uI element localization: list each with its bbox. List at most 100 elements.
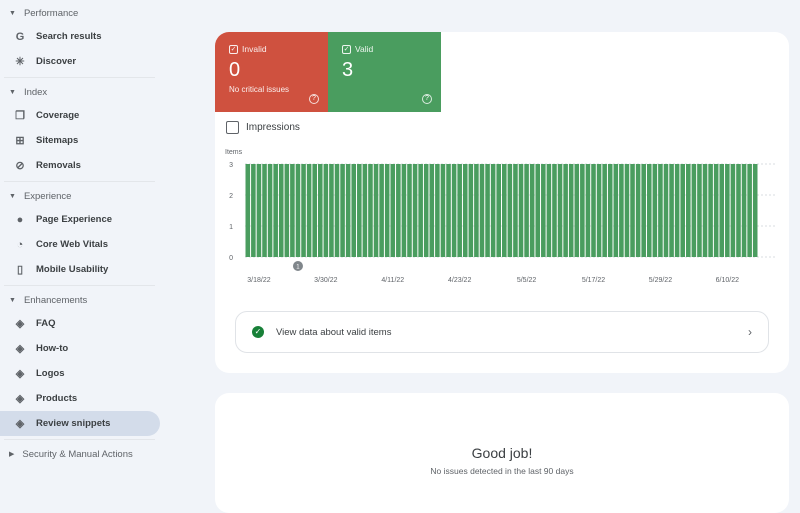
bar[interactable] — [485, 164, 490, 257]
invalid-tile[interactable]: ✓ Invalid 0 No critical issues ? — [215, 32, 328, 112]
bar[interactable] — [713, 164, 719, 257]
valid-tile[interactable]: ✓ Valid 3 ? — [328, 32, 441, 112]
sidebar-item[interactable]: ◈ Logos — [0, 361, 160, 386]
bar[interactable] — [619, 164, 624, 257]
view-valid-items-button[interactable]: ✓ View data about valid items › — [235, 311, 769, 353]
bar[interactable] — [262, 164, 267, 257]
bar[interactable] — [357, 164, 362, 257]
bar[interactable] — [418, 164, 423, 257]
bar[interactable] — [574, 164, 580, 257]
sidebar-item[interactable]: ◈ FAQ — [0, 311, 160, 336]
bar[interactable] — [680, 164, 686, 257]
bar[interactable] — [290, 164, 295, 257]
bar[interactable] — [535, 164, 541, 257]
bar[interactable] — [529, 164, 535, 257]
section-header[interactable]: ▼ Experience — [0, 185, 200, 207]
bar[interactable] — [267, 164, 273, 257]
sidebar-item[interactable]: ◈ Review snippets — [0, 411, 160, 436]
sidebar-item[interactable]: ● Page Experience — [0, 207, 160, 232]
bar[interactable] — [585, 164, 591, 257]
bar[interactable] — [306, 164, 312, 257]
bar[interactable] — [624, 164, 630, 257]
bar[interactable] — [552, 164, 557, 257]
bar[interactable] — [568, 164, 574, 257]
bar[interactable] — [490, 164, 496, 257]
bar[interactable] — [340, 164, 345, 257]
bar[interactable] — [513, 164, 518, 257]
bar[interactable] — [507, 164, 513, 257]
bar[interactable] — [390, 164, 396, 257]
bar[interactable] — [429, 164, 435, 257]
bar[interactable] — [351, 164, 357, 257]
bar[interactable] — [256, 164, 262, 257]
bar[interactable] — [725, 164, 730, 257]
bar[interactable] — [658, 164, 663, 257]
bar[interactable] — [284, 164, 290, 257]
bar[interactable] — [273, 164, 278, 257]
bar[interactable] — [479, 164, 485, 257]
bar[interactable] — [747, 164, 752, 257]
bar[interactable] — [580, 164, 585, 257]
bar[interactable] — [702, 164, 708, 257]
bar[interactable] — [373, 164, 379, 257]
sidebar-item[interactable]: ▯ Mobile Usability — [0, 257, 160, 282]
help-icon[interactable]: ? — [309, 94, 319, 104]
section-header[interactable]: ▼ Performance — [0, 2, 200, 24]
bar[interactable] — [317, 164, 323, 257]
bar[interactable] — [401, 164, 407, 257]
bar[interactable] — [730, 164, 736, 257]
bar[interactable] — [674, 164, 680, 257]
bar[interactable] — [412, 164, 418, 257]
bar[interactable] — [630, 164, 635, 257]
bar[interactable] — [641, 164, 646, 257]
bar[interactable] — [652, 164, 658, 257]
section-header[interactable]: ▼ Index — [0, 81, 200, 103]
bar[interactable] — [396, 164, 401, 257]
bar[interactable] — [524, 164, 529, 257]
bar[interactable] — [591, 164, 596, 257]
sidebar-item[interactable]: ⊘ Removals — [0, 153, 160, 178]
bar[interactable] — [462, 164, 468, 257]
bar[interactable] — [541, 164, 546, 257]
bar[interactable] — [602, 164, 607, 257]
bar[interactable] — [295, 164, 301, 257]
bar[interactable] — [451, 164, 457, 257]
bar[interactable] — [686, 164, 691, 257]
section-header[interactable]: ▶ Security & Manual Actions — [0, 443, 200, 465]
bar[interactable] — [496, 164, 501, 257]
bar[interactable] — [407, 164, 412, 257]
bar[interactable] — [663, 164, 669, 257]
bar[interactable] — [752, 164, 758, 257]
bar[interactable] — [613, 164, 619, 257]
bar[interactable] — [379, 164, 384, 257]
bar[interactable] — [457, 164, 462, 257]
bar[interactable] — [245, 164, 251, 257]
bar[interactable] — [546, 164, 552, 257]
bar[interactable] — [362, 164, 368, 257]
bar[interactable] — [329, 164, 334, 257]
bar[interactable] — [446, 164, 451, 257]
bar[interactable] — [278, 164, 284, 257]
help-icon[interactable]: ? — [422, 94, 432, 104]
bar[interactable] — [635, 164, 641, 257]
bar[interactable] — [691, 164, 697, 257]
bar[interactable] — [557, 164, 563, 257]
bar[interactable] — [345, 164, 351, 257]
bar[interactable] — [334, 164, 340, 257]
bar[interactable] — [518, 164, 524, 257]
section-header[interactable]: ▼ Enhancements — [0, 289, 200, 311]
sidebar-item[interactable]: ❐ Coverage — [0, 103, 160, 128]
bar[interactable] — [607, 164, 613, 257]
impressions-toggle[interactable]: Impressions — [226, 121, 789, 134]
sidebar-item[interactable]: ⊞ Sitemaps — [0, 128, 160, 153]
bar[interactable] — [563, 164, 568, 257]
sidebar-item[interactable]: ◈ Products — [0, 386, 160, 411]
checkbox[interactable] — [226, 121, 239, 134]
bar[interactable] — [384, 164, 390, 257]
bar[interactable] — [719, 164, 725, 257]
bar[interactable] — [708, 164, 713, 257]
bar[interactable] — [474, 164, 479, 257]
bar[interactable] — [301, 164, 306, 257]
bar[interactable] — [423, 164, 429, 257]
bar[interactable] — [502, 164, 507, 257]
